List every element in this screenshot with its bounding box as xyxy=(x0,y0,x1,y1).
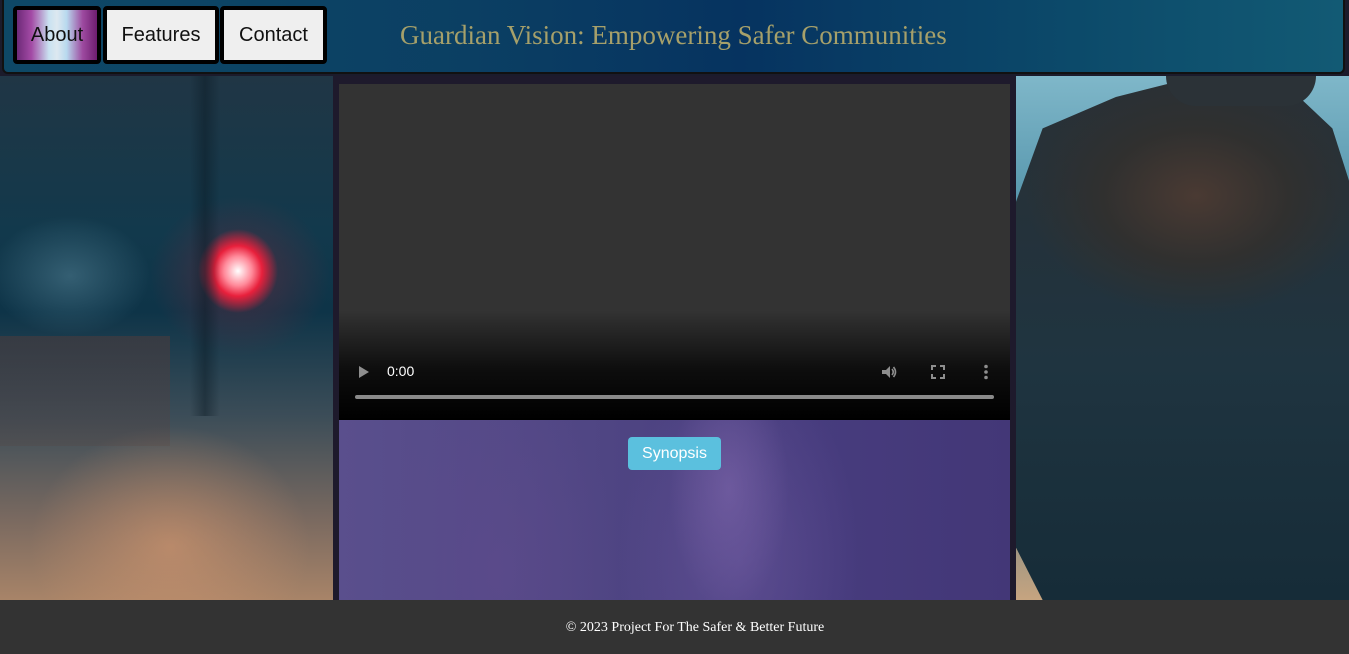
more-options-icon[interactable] xyxy=(983,364,989,380)
left-background-image xyxy=(0,76,333,600)
main-content: 0:00 Synopsis xyxy=(333,76,1016,600)
nav-features-button[interactable]: Features xyxy=(103,6,219,64)
synopsis-panel: Synopsis xyxy=(339,420,1010,600)
synopsis-button[interactable]: Synopsis xyxy=(628,437,721,470)
nav-about-button[interactable]: About xyxy=(13,6,101,64)
footer-copyright: © 2023 Project For The Safer & Better Fu… xyxy=(565,620,825,635)
fullscreen-icon[interactable] xyxy=(931,365,945,379)
video-player[interactable]: 0:00 xyxy=(339,84,1010,420)
volume-icon[interactable] xyxy=(880,363,898,381)
nav-contact-button[interactable]: Contact xyxy=(220,6,327,64)
video-progress-bar[interactable] xyxy=(355,395,994,399)
right-background-image xyxy=(1016,76,1349,600)
play-icon[interactable] xyxy=(359,366,369,378)
time-display: 0:00 xyxy=(387,363,415,379)
site-title: Guardian Vision: Empowering Safer Commun… xyxy=(400,20,947,50)
footer: © 2023 Project For The Safer & Better Fu… xyxy=(0,600,1349,654)
header-bar: About Features Contact Guardian Vision: … xyxy=(2,0,1345,74)
